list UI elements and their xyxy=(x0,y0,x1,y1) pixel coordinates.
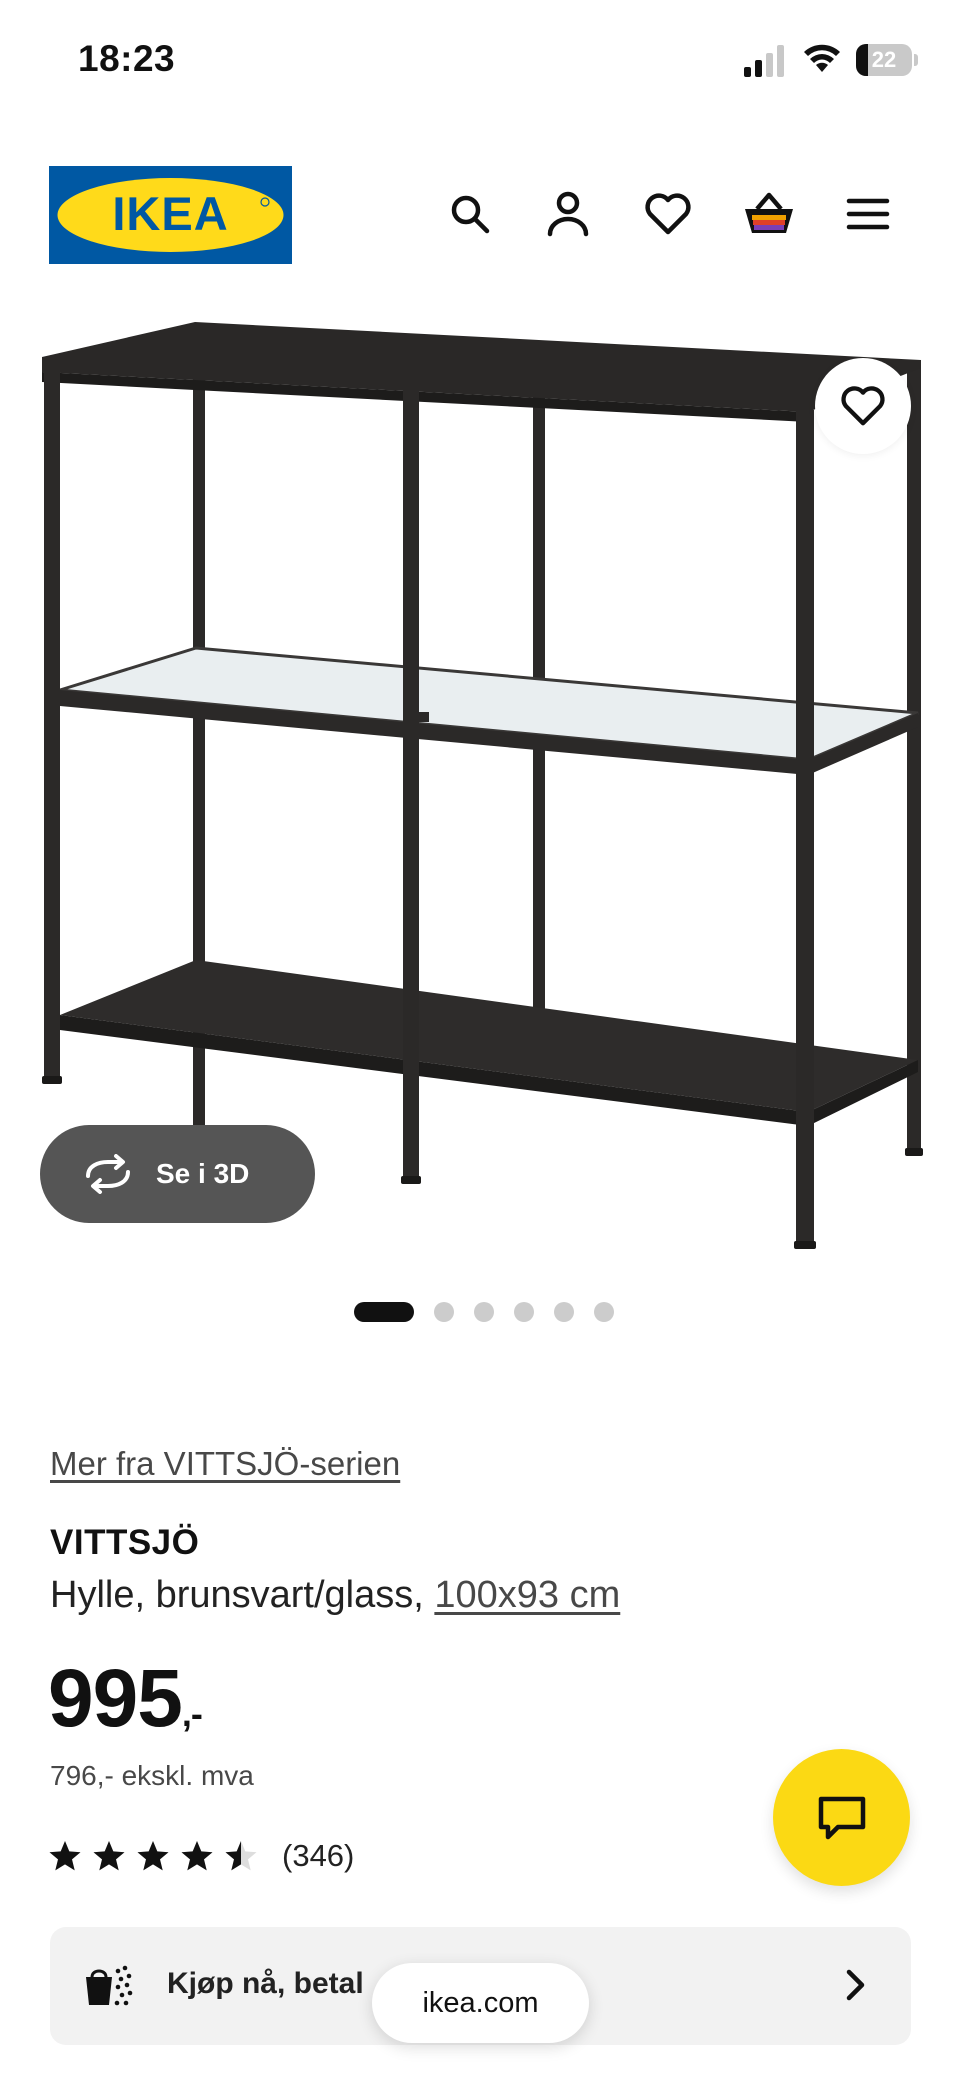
carousel-dot[interactable] xyxy=(554,1302,574,1322)
menu-icon[interactable] xyxy=(840,186,896,242)
carousel-dot[interactable] xyxy=(594,1302,614,1322)
star-icon xyxy=(181,1841,213,1871)
status-time: 18:23 xyxy=(78,38,176,79)
favorite-button[interactable] xyxy=(815,358,911,454)
rating-stars xyxy=(48,1839,268,1873)
heart-icon[interactable] xyxy=(640,186,696,242)
status-bar: 18:23 22 xyxy=(0,0,960,120)
product-page: 18:23 22 IKEA Se i 3D Mer fra VITTSJÖ-se… xyxy=(0,0,960,2078)
chevron-right-icon xyxy=(846,1969,865,2001)
product-description-text: Hylle, brunsvart/glass, xyxy=(50,1574,435,1616)
wallet-icon xyxy=(86,1965,133,2006)
carousel-dot[interactable] xyxy=(474,1302,494,1322)
shopping-bag-icon[interactable] xyxy=(741,186,797,242)
review-count: (346) xyxy=(282,1838,355,1873)
view-3d-button[interactable]: Se i 3D xyxy=(40,1125,315,1223)
chat-button[interactable] xyxy=(773,1749,910,1886)
heart-icon xyxy=(841,386,885,426)
svg-text:IKEA: IKEA xyxy=(112,187,228,240)
user-icon[interactable] xyxy=(540,186,596,242)
star-icon xyxy=(225,1841,257,1871)
browser-url-bar[interactable]: ikea.com xyxy=(372,1963,589,2043)
size-link[interactable]: 100x93 cm xyxy=(434,1574,620,1616)
rating[interactable]: (346) xyxy=(48,1836,354,1876)
series-link[interactable]: Mer fra VITTSJÖ-serien xyxy=(50,1445,400,1483)
ikea-logo[interactable]: IKEA xyxy=(49,166,292,264)
product-description: Hylle, brunsvart/glass, 100x93 cm xyxy=(50,1574,620,1617)
star-icon xyxy=(49,1841,81,1871)
carousel-dot[interactable] xyxy=(434,1302,454,1322)
search-icon[interactable] xyxy=(442,186,498,242)
battery-icon: 22 xyxy=(856,44,918,76)
site-header: IKEA xyxy=(0,160,960,270)
product-name: VITTSJÖ xyxy=(50,1523,200,1562)
price-value: 995 xyxy=(48,1653,183,1744)
product-price: 995,- xyxy=(48,1652,203,1746)
rotate-3d-icon xyxy=(86,1154,130,1194)
wifi-icon xyxy=(804,44,840,72)
price-ex-vat: 796,- ekskl. mva xyxy=(50,1760,254,1791)
chat-icon xyxy=(818,1796,865,1839)
price-suffix: ,- xyxy=(181,1693,203,1734)
carousel-dots xyxy=(0,1300,960,1324)
carousel-dot[interactable] xyxy=(514,1302,534,1322)
star-icon xyxy=(93,1841,125,1871)
signal-icon xyxy=(744,45,784,77)
carousel-dot[interactable] xyxy=(354,1302,414,1322)
view-3d-label: Se i 3D xyxy=(156,1158,250,1189)
buy-now-pay-later-text: Kjøp nå, betal xyxy=(167,1967,364,2000)
star-icon xyxy=(137,1841,169,1871)
battery-level: 22 xyxy=(871,47,897,72)
